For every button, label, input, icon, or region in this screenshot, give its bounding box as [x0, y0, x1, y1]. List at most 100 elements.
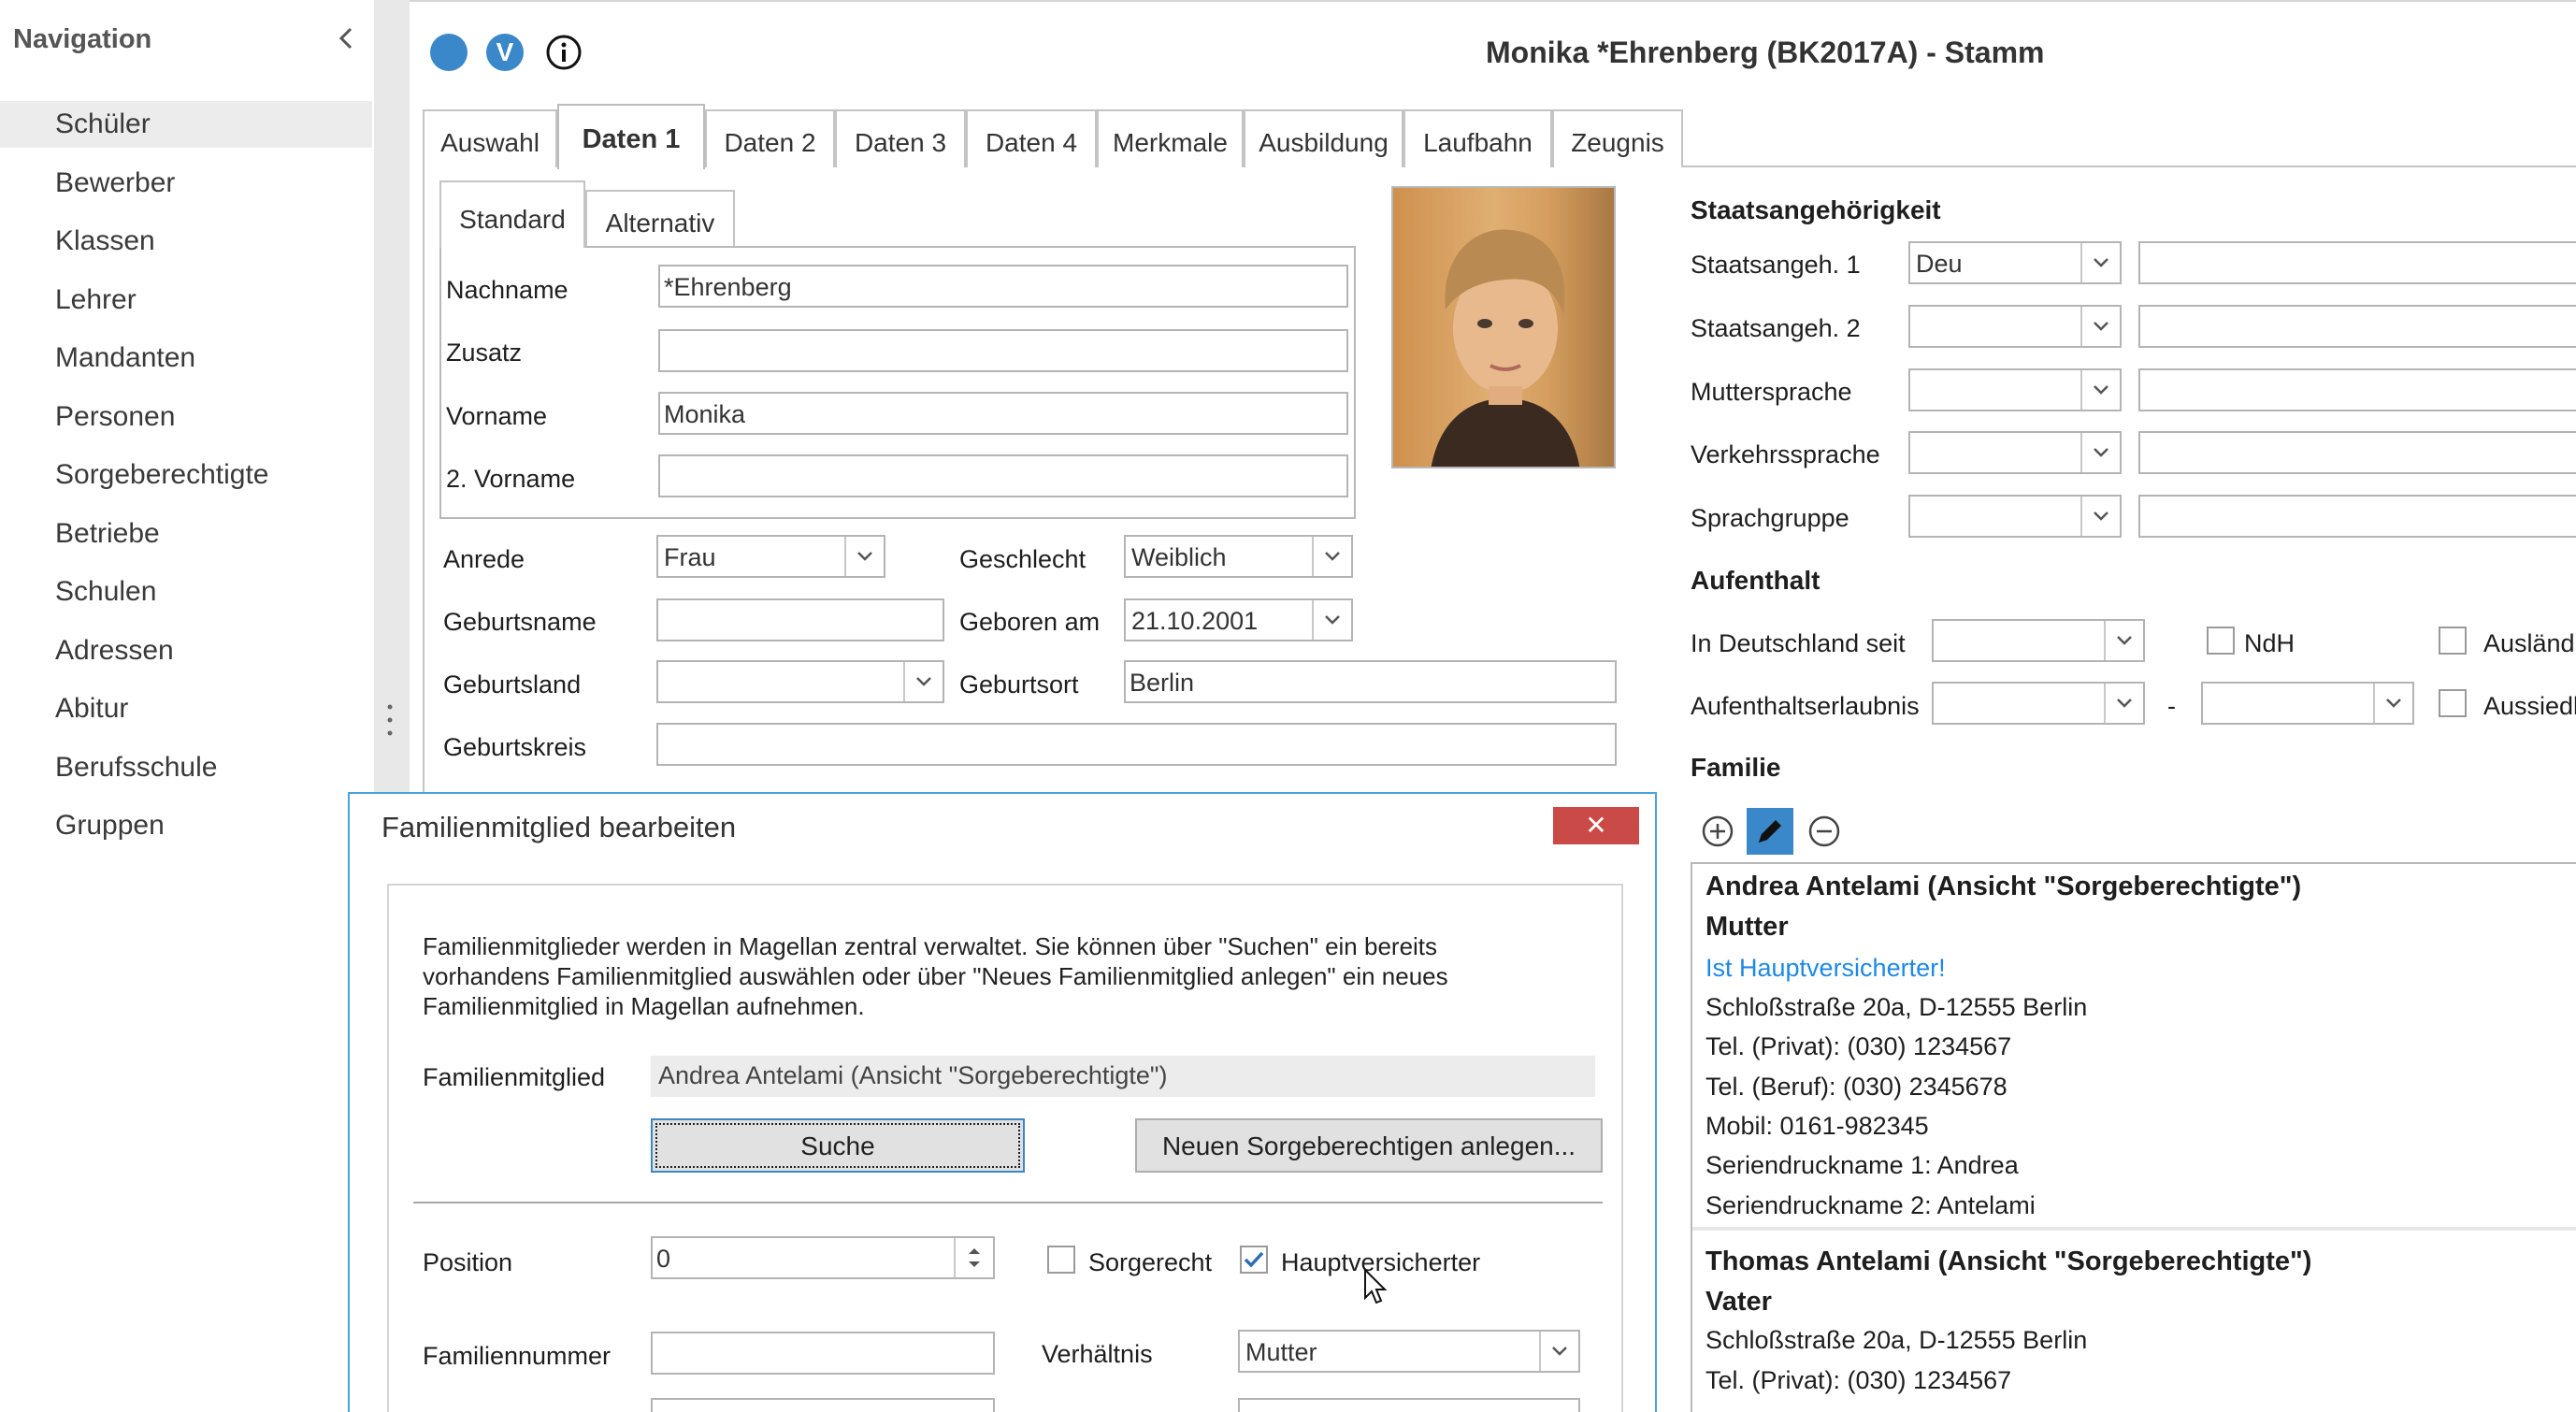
sprachgruppe-desc-field[interactable]: [2138, 495, 2576, 538]
verhaeltnis-combo[interactable]: Mutter: [1238, 1330, 1580, 1373]
geburtskreis-field[interactable]: [656, 723, 1617, 766]
geschlecht-value: Weiblich: [1131, 543, 1227, 571]
staatsangeh2-combo[interactable]: [1908, 305, 2122, 348]
chevron-down-icon[interactable]: [1539, 1332, 1578, 1371]
aussiedler-checkbox[interactable]: [2439, 689, 2467, 717]
chevron-down-icon[interactable]: [2080, 307, 2120, 346]
tab-laufbahn[interactable]: Laufbahn: [1403, 109, 1552, 167]
nav-item-berufsschule[interactable]: Berufsschule: [0, 744, 372, 791]
chevron-down-icon[interactable]: [2080, 370, 2120, 410]
geburtsort-field[interactable]: Berlin: [1124, 660, 1617, 703]
chevron-down-icon[interactable]: [2080, 243, 2120, 282]
aufenthaltserlaubnis-to-combo[interactable]: [2201, 682, 2414, 725]
hauptversicherter-checkbox[interactable]: [1240, 1246, 1268, 1274]
nav-item-sorgeberechtigte[interactable]: Sorgeberechtigte: [0, 452, 372, 498]
nachname-field[interactable]: *Ehrenberg: [658, 265, 1348, 308]
tab-merkmale[interactable]: Merkmale: [1097, 109, 1244, 167]
family-member-address: Schloßstraße 20a, D-12555 Berlin: [1705, 1326, 2088, 1354]
nav-item-betriebe[interactable]: Betriebe: [0, 511, 372, 557]
chevron-down-icon[interactable]: [2080, 497, 2120, 536]
remove-family-member-icon[interactable]: [1806, 814, 1842, 849]
chevron-down-icon[interactable]: [844, 537, 884, 576]
suche-button[interactable]: Suche: [651, 1118, 1025, 1173]
verkehrssprache-label: Verkehrssprache: [1691, 440, 1880, 468]
tab-ausbildung[interactable]: Ausbildung: [1244, 109, 1403, 167]
nav-item-gruppen[interactable]: Gruppen: [0, 802, 372, 849]
spinner-icon[interactable]: [954, 1238, 993, 1277]
tab-daten-4[interactable]: Daten 4: [966, 109, 1097, 167]
tab-daten-3[interactable]: Daten 3: [835, 109, 966, 167]
subtab-alternativ[interactable]: Alternativ: [585, 190, 735, 246]
geschlecht-combo[interactable]: Weiblich: [1124, 535, 1353, 578]
edit-family-member-icon[interactable]: [1747, 808, 1793, 855]
staatsangeh1-combo[interactable]: Deu: [1908, 241, 2122, 284]
in-deutschland-seit-label: In Deutschland seit: [1691, 629, 1906, 657]
ndh-checkbox[interactable]: [2207, 627, 2235, 655]
chevron-down-icon[interactable]: [1312, 537, 1351, 576]
chevron-down-icon[interactable]: [2373, 684, 2412, 723]
collapse-navigation-icon[interactable]: [333, 24, 361, 52]
anrede-combo[interactable]: Frau: [656, 535, 885, 578]
staatsangeh1-desc-field[interactable]: [2138, 241, 2576, 284]
ndh-label: NdH: [2244, 629, 2295, 657]
nav-item-klassen[interactable]: Klassen: [0, 218, 372, 265]
verkehrssprache-desc-field[interactable]: [2138, 431, 2576, 474]
vorname-field[interactable]: Monika: [658, 392, 1348, 435]
position-field[interactable]: 0: [651, 1236, 995, 1279]
status-circle-icon[interactable]: [430, 34, 468, 71]
geboren-am-combo[interactable]: 21.10.2001: [1124, 598, 1353, 641]
staatsangehoerigkeit-heading: Staatsangehörigkeit: [1691, 195, 1941, 224]
familienmitglied-label: Familienmitglied: [423, 1063, 606, 1091]
tab-daten-1[interactable]: Daten 1: [557, 104, 705, 169]
v-badge-icon[interactable]: V: [486, 34, 524, 71]
nav-item-abitur[interactable]: Abitur: [0, 685, 372, 732]
neuen-sorgeberechtigen-button[interactable]: Neuen Sorgeberechtigen anlegen...: [1135, 1118, 1603, 1173]
verhaeltnis-label: Verhältnis: [1042, 1340, 1153, 1368]
next-row-combo[interactable]: [1238, 1398, 1580, 1412]
nav-item-schulen[interactable]: Schulen: [0, 569, 372, 615]
family-member-name[interactable]: Andrea Antelami (Ansicht "Sorgeberechtig…: [1705, 872, 2301, 902]
nav-item-schueler[interactable]: Schüler: [0, 101, 372, 148]
tab-auswahl[interactable]: Auswahl: [423, 109, 557, 167]
sprachgruppe-label: Sprachgruppe: [1691, 504, 1849, 532]
nav-item-bewerber[interactable]: Bewerber: [0, 160, 372, 207]
chevron-down-icon[interactable]: [1312, 600, 1351, 640]
muttersprache-combo[interactable]: [1908, 368, 2122, 411]
chevron-down-icon[interactable]: [903, 662, 943, 701]
tab-zeugnis[interactable]: Zeugnis: [1552, 109, 1683, 167]
add-family-member-icon[interactable]: [1700, 814, 1735, 849]
anrede-value: Frau: [664, 543, 716, 571]
sprachgruppe-combo[interactable]: [1908, 495, 2122, 538]
family-member-name[interactable]: Thomas Antelami (Ansicht "Sorgeberechtig…: [1705, 1246, 2311, 1277]
aussiedler-label: Aussiedl: [2483, 692, 2576, 720]
next-row-field[interactable]: [651, 1398, 995, 1412]
chevron-down-icon[interactable]: [2104, 684, 2143, 723]
subtab-standard[interactable]: Standard: [439, 180, 585, 248]
geburtsname-field[interactable]: [656, 598, 944, 641]
zusatz-field[interactable]: [658, 329, 1348, 372]
aufenthaltserlaubnis-from-combo[interactable]: [1932, 682, 2145, 725]
vorname2-field[interactable]: [658, 454, 1348, 497]
familiennummer-field[interactable]: [651, 1332, 995, 1375]
position-value: 0: [656, 1245, 671, 1273]
muttersprache-desc-field[interactable]: [2138, 368, 2576, 411]
chevron-down-icon[interactable]: [2080, 433, 2120, 472]
nav-item-mandanten[interactable]: Mandanten: [0, 335, 372, 382]
nav-item-personen[interactable]: Personen: [0, 394, 372, 440]
verkehrssprache-combo[interactable]: [1908, 431, 2122, 474]
sorgerecht-checkbox[interactable]: [1047, 1246, 1075, 1274]
info-icon[interactable]: [545, 34, 583, 71]
in-deutschland-seit-combo[interactable]: [1932, 619, 2145, 662]
nav-item-lehrer[interactable]: Lehrer: [0, 277, 372, 324]
chevron-down-icon[interactable]: [2104, 621, 2143, 660]
dialog-title: Familienmitglied bearbeiten: [381, 811, 737, 843]
dialog-info-line-3: Familienmitglied in Magellan aufnehmen.: [423, 992, 865, 1020]
muttersprache-label: Muttersprache: [1691, 378, 1852, 406]
close-button[interactable]: ✕: [1553, 807, 1639, 844]
family-member-role: Vater: [1705, 1287, 1772, 1317]
geburtsland-combo[interactable]: [656, 660, 944, 703]
nav-item-adressen[interactable]: Adressen: [0, 627, 372, 674]
tab-daten-2[interactable]: Daten 2: [705, 109, 835, 167]
staatsangeh2-desc-field[interactable]: [2138, 305, 2576, 348]
auslaender-checkbox[interactable]: [2439, 627, 2467, 655]
